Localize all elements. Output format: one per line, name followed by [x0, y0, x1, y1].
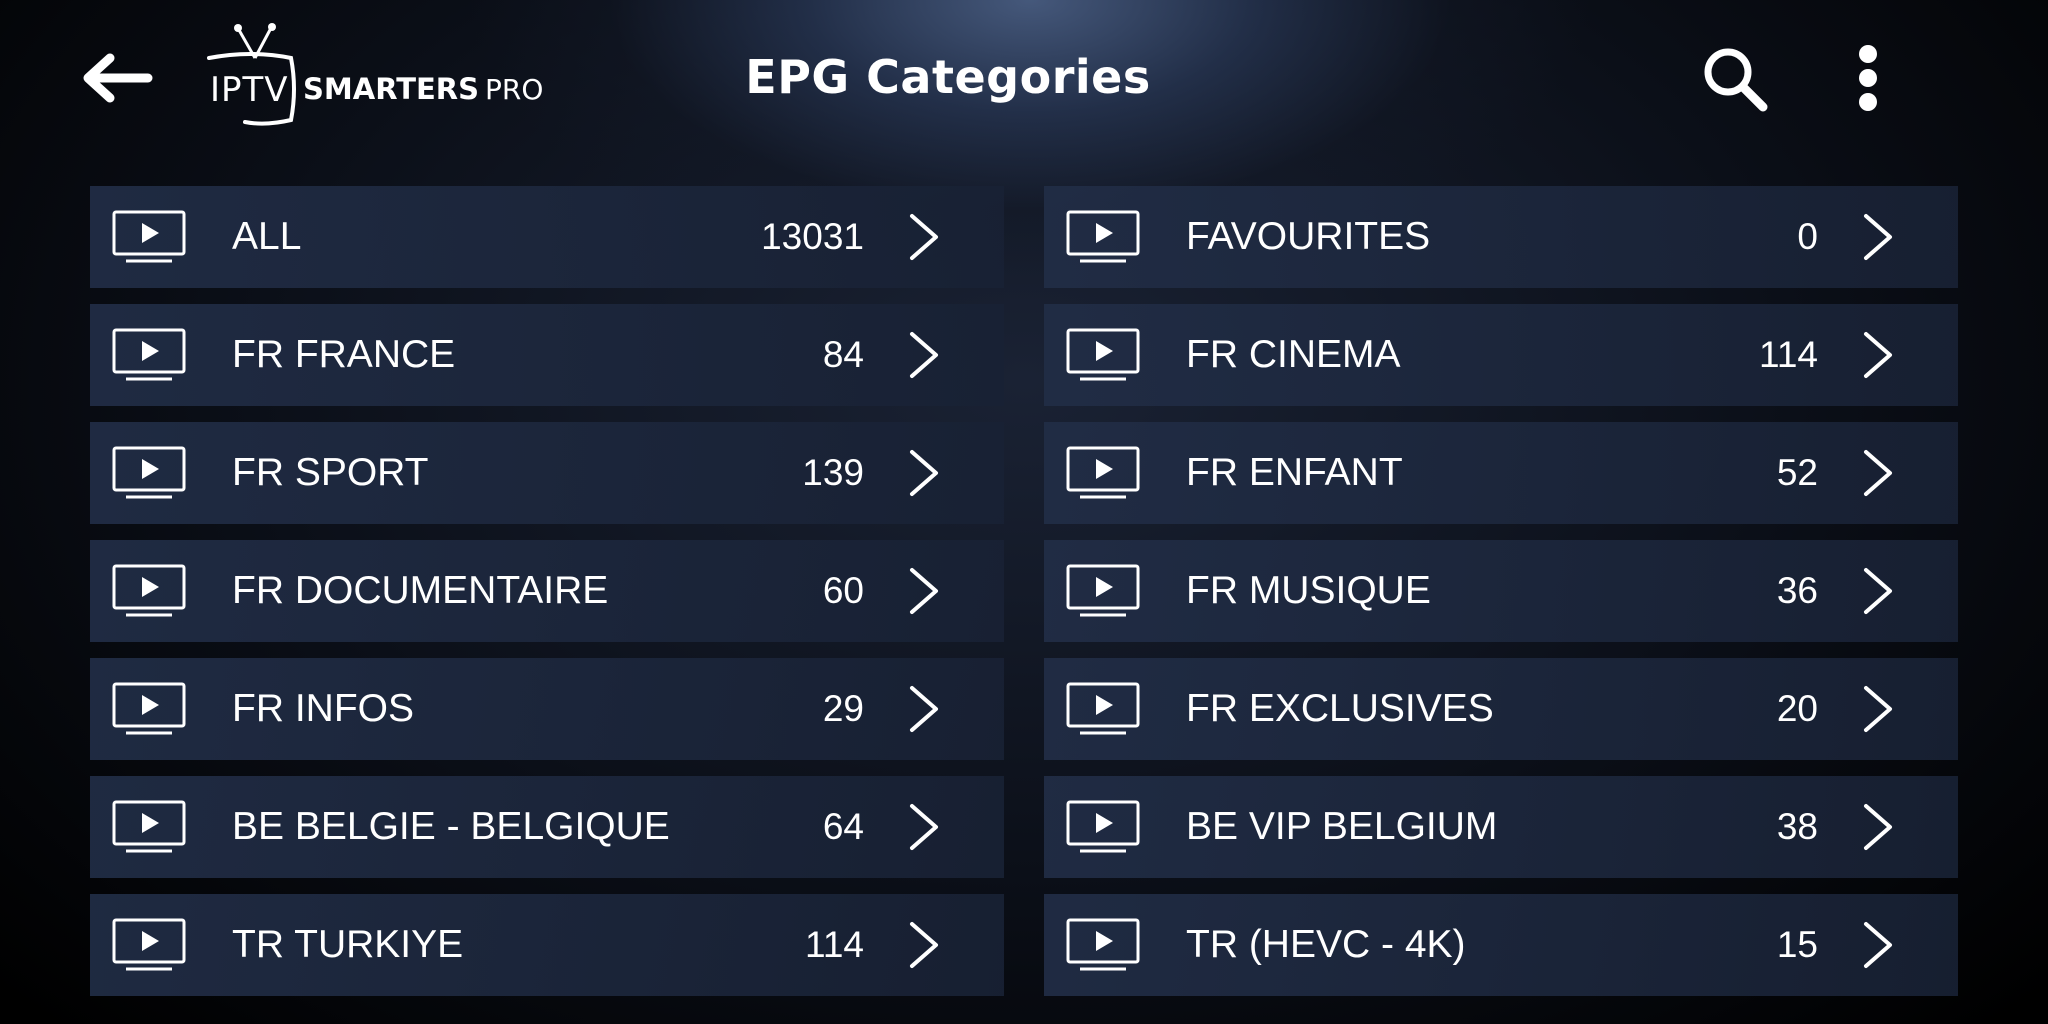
- chevron-right-icon: [910, 568, 938, 614]
- category-count: 114: [805, 924, 864, 965]
- category-label: BE BELGIE - BELGIQUE: [232, 805, 670, 848]
- category-count: 60: [822, 570, 864, 611]
- category-row[interactable]: TR TURKIYE 114: [90, 894, 1004, 996]
- category-row[interactable]: FR DOCUMENTAIRE 60: [90, 540, 1004, 642]
- category-label: FR INFOS: [232, 687, 414, 730]
- category-grid: ALL 13031 FAVOURITES 0 FR FRANCE 84 FR CINEMA 1…: [90, 186, 1958, 996]
- category-label: FR EXCLUSIVES: [1186, 687, 1494, 730]
- category-label: ALL: [232, 215, 302, 258]
- chevron-right-icon: [910, 214, 938, 260]
- chevron-right-icon: [910, 332, 938, 378]
- category-row[interactable]: TR (HEVC - 4K) 15: [1044, 894, 1958, 996]
- category-label: FAVOURITES: [1186, 215, 1431, 258]
- search-button[interactable]: [1700, 44, 1770, 114]
- tv-play-icon: [1066, 210, 1140, 263]
- category-count: 114: [1759, 334, 1818, 375]
- category-count: 64: [822, 806, 864, 847]
- tv-play-icon: [112, 918, 186, 971]
- tv-play-icon: [112, 210, 186, 263]
- tv-play-icon: [1066, 328, 1140, 381]
- chevron-right-icon: [910, 686, 938, 732]
- tv-play-icon: [1066, 682, 1140, 735]
- more-vertical-icon: [1859, 45, 1877, 111]
- tv-play-icon: [112, 800, 186, 853]
- category-count: 38: [1776, 806, 1818, 847]
- category-row[interactable]: FR ENFANT 52: [1044, 422, 1958, 524]
- more-options-button[interactable]: [1846, 44, 1890, 114]
- category-label: TR (HEVC - 4K): [1186, 923, 1466, 966]
- category-label: FR DOCUMENTAIRE: [232, 569, 609, 612]
- category-row[interactable]: BE VIP BELGIUM 38: [1044, 776, 1958, 878]
- chevron-right-icon: [910, 922, 938, 968]
- category-count: 52: [1776, 452, 1818, 493]
- tv-play-icon: [112, 446, 186, 499]
- chevron-right-icon: [1864, 450, 1892, 496]
- category-count: 0: [1797, 216, 1818, 257]
- chevron-right-icon: [1864, 686, 1892, 732]
- tv-play-icon: [112, 564, 186, 617]
- tv-play-icon: [1066, 918, 1140, 971]
- category-row[interactable]: FR CINEMA 114: [1044, 304, 1958, 406]
- category-row[interactable]: FR SPORT 139: [90, 422, 1004, 524]
- category-row[interactable]: FAVOURITES 0: [1044, 186, 1958, 288]
- tv-play-icon: [1066, 564, 1140, 617]
- category-label: BE VIP BELGIUM: [1186, 805, 1498, 848]
- tv-play-icon: [112, 682, 186, 735]
- category-row[interactable]: FR FRANCE 84: [90, 304, 1004, 406]
- category-count: 139: [802, 452, 864, 493]
- tv-play-icon: [112, 328, 186, 381]
- category-count: 29: [822, 688, 864, 729]
- tv-play-icon: [1066, 800, 1140, 853]
- page-title: EPG Categories: [745, 50, 1151, 104]
- category-count: 13031: [761, 216, 864, 257]
- chevron-right-icon: [1864, 568, 1892, 614]
- category-label: FR SPORT: [232, 451, 429, 494]
- category-count: 15: [1776, 924, 1818, 965]
- chevron-right-icon: [1864, 804, 1892, 850]
- category-row[interactable]: FR MUSIQUE 36: [1044, 540, 1958, 642]
- category-count: 20: [1776, 688, 1818, 729]
- category-label: FR ENFANT: [1186, 451, 1403, 494]
- category-row[interactable]: ALL 13031: [90, 186, 1004, 288]
- search-icon: [1704, 48, 1768, 112]
- category-row[interactable]: BE BELGIE - BELGIQUE 64: [90, 776, 1004, 878]
- tv-play-icon: [1066, 446, 1140, 499]
- chevron-right-icon: [1864, 214, 1892, 260]
- category-count: 84: [822, 334, 864, 375]
- category-row[interactable]: FR EXCLUSIVES 20: [1044, 658, 1958, 760]
- category-label: FR MUSIQUE: [1186, 569, 1431, 612]
- category-row[interactable]: FR INFOS 29: [90, 658, 1004, 760]
- category-count: 36: [1776, 570, 1818, 611]
- category-label: FR CINEMA: [1186, 333, 1401, 376]
- chevron-right-icon: [1864, 922, 1892, 968]
- category-label: TR TURKIYE: [232, 923, 464, 966]
- category-label: FR FRANCE: [232, 333, 456, 376]
- chevron-right-icon: [1864, 332, 1892, 378]
- chevron-right-icon: [910, 450, 938, 496]
- chevron-right-icon: [910, 804, 938, 850]
